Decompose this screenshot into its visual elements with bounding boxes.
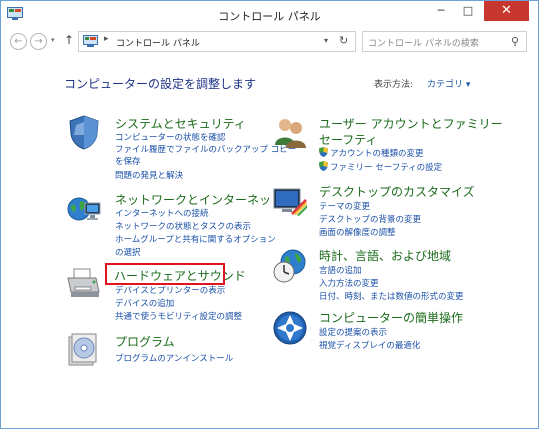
link-change-background[interactable]: デスクトップの背景の変更 <box>319 213 421 225</box>
ease-of-access-icon[interactable] <box>271 309 309 347</box>
link-homegroup-options[interactable]: ホームグループと共有に関するオプション <box>115 233 276 245</box>
title-bar: コントロール パネル ─ □ ✕ <box>1 1 538 28</box>
recent-locations-chevron-icon[interactable]: ▾ <box>51 36 55 44</box>
breadcrumb-separator-icon[interactable]: ▸ <box>104 34 109 44</box>
clock-globe-icon[interactable] <box>271 247 309 285</box>
search-input[interactable]: コントロール パネルの検索 ⚲ <box>362 31 527 52</box>
link-file-history-backup[interactable]: ファイル履歴でファイルのバックアップ コピー <box>115 143 296 155</box>
category-system-security[interactable]: システムとセキュリティ <box>115 115 246 132</box>
link-get-recommendations[interactable]: 設定の提案の表示 <box>319 326 387 338</box>
printer-icon[interactable] <box>65 265 103 303</box>
link-change-date-format[interactable]: 日付、時刻、または数値の形式の変更 <box>319 290 464 302</box>
link-add-device[interactable]: デバイスの追加 <box>115 297 174 309</box>
close-button[interactable]: ✕ <box>484 1 529 21</box>
category-ease-of-access[interactable]: コンピューターの簡単操作 <box>319 309 463 326</box>
minimize-button[interactable]: ─ <box>428 1 454 21</box>
link-optimize-display[interactable]: 視覚ディスプレイの最適化 <box>319 339 420 351</box>
forward-button[interactable]: → <box>30 33 47 50</box>
category-user-accounts[interactable]: ユーザー アカウントとファミリー <box>319 115 503 132</box>
desktop-personalization-icon[interactable] <box>271 183 309 221</box>
search-icon[interactable]: ⚲ <box>511 35 519 48</box>
link-find-fix-problems[interactable]: 問題の発見と解決 <box>115 169 183 181</box>
user-accounts-icon[interactable] <box>271 113 309 151</box>
category-clock-language-region[interactable]: 時計、言語、および地域 <box>319 247 451 264</box>
link-adjust-resolution[interactable]: 画面の解像度の調整 <box>319 226 396 238</box>
network-globe-icon[interactable] <box>65 191 103 229</box>
link-mobility-settings[interactable]: 共通で使うモビリティ設定の調整 <box>115 310 242 322</box>
link-family-safety[interactable]: ファミリー セーフティの設定 <box>319 161 442 173</box>
link-file-history-backup-cont[interactable]: を保存 <box>115 155 141 167</box>
up-arrow-button[interactable]: ↑ <box>64 33 74 47</box>
link-check-computer-status[interactable]: コンピューターの状態を確認 <box>115 131 226 143</box>
address-dropdown-icon[interactable]: ▾ <box>324 36 328 45</box>
address-bar[interactable]: ▸ コントロール パネル ▾ ↻ <box>78 31 356 52</box>
programs-disc-icon[interactable] <box>65 331 103 369</box>
category-network-internet[interactable]: ネットワークとインターネット <box>115 191 283 208</box>
highlight-box <box>105 263 225 285</box>
security-shield-icon[interactable] <box>65 113 103 151</box>
link-network-status[interactable]: ネットワークの状態とタスクの表示 <box>115 220 251 232</box>
breadcrumb-control-panel[interactable]: コントロール パネル <box>116 36 200 49</box>
link-change-account-type[interactable]: アカウントの種類の変更 <box>319 147 424 159</box>
back-button[interactable]: ← <box>10 33 27 50</box>
search-placeholder: コントロール パネルの検索 <box>368 39 479 49</box>
link-change-account-type-label[interactable]: アカウントの種類の変更 <box>330 149 424 159</box>
link-add-language[interactable]: 言語の追加 <box>319 264 362 276</box>
link-homegroup-options-cont[interactable]: の選択 <box>115 246 141 258</box>
category-user-accounts-cont[interactable]: セーフティ <box>319 131 378 148</box>
link-change-theme[interactable]: テーマの変更 <box>319 200 370 212</box>
uac-shield-icon <box>319 161 328 171</box>
link-change-input-method[interactable]: 入力方法の変更 <box>319 277 379 289</box>
view-by-label: 表示方法: <box>374 80 414 90</box>
link-devices-printers[interactable]: デバイスとプリンターの表示 <box>115 284 225 296</box>
page-heading: コンピューターの設定を調整します <box>64 77 257 91</box>
maximize-button[interactable]: □ <box>455 1 481 21</box>
link-family-safety-label[interactable]: ファミリー セーフティの設定 <box>330 163 442 173</box>
control-panel-window: コントロール パネル ─ □ ✕ ← → ▾ ↑ ▸ コントロール パネル ▾ … <box>0 0 539 429</box>
view-by-dropdown[interactable]: カテゴリ ▾ <box>427 77 470 90</box>
navigation-bar: ← → ▾ ↑ ▸ コントロール パネル ▾ ↻ コントロール パネルの検索 ⚲ <box>1 28 538 56</box>
category-appearance[interactable]: デスクトップのカスタマイズ <box>319 183 475 200</box>
refresh-icon[interactable]: ↻ <box>339 34 348 47</box>
link-connect-internet[interactable]: インターネットへの接続 <box>115 207 209 219</box>
link-uninstall-program[interactable]: プログラムのアンインストール <box>115 352 233 364</box>
control-panel-address-icon <box>83 35 98 47</box>
category-programs[interactable]: プログラム <box>115 333 175 350</box>
uac-shield-icon <box>319 147 328 157</box>
